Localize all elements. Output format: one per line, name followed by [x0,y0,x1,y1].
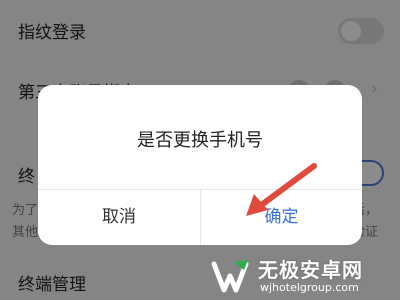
watermark-name: 无极安卓网 [258,258,363,282]
cancel-button[interactable]: 取消 [38,189,200,245]
change-phone-dialog: 是否更换手机号 取消 确定 [38,85,362,245]
watermark-logo-icon [211,260,249,293]
confirm-button[interactable]: 确定 [201,189,362,245]
watermark: 无极安卓网 wjhotelgroup.com [206,248,400,300]
watermark-url: wjhotelgroup.com [260,281,359,294]
dialog-title: 是否更换手机号 [137,130,263,151]
